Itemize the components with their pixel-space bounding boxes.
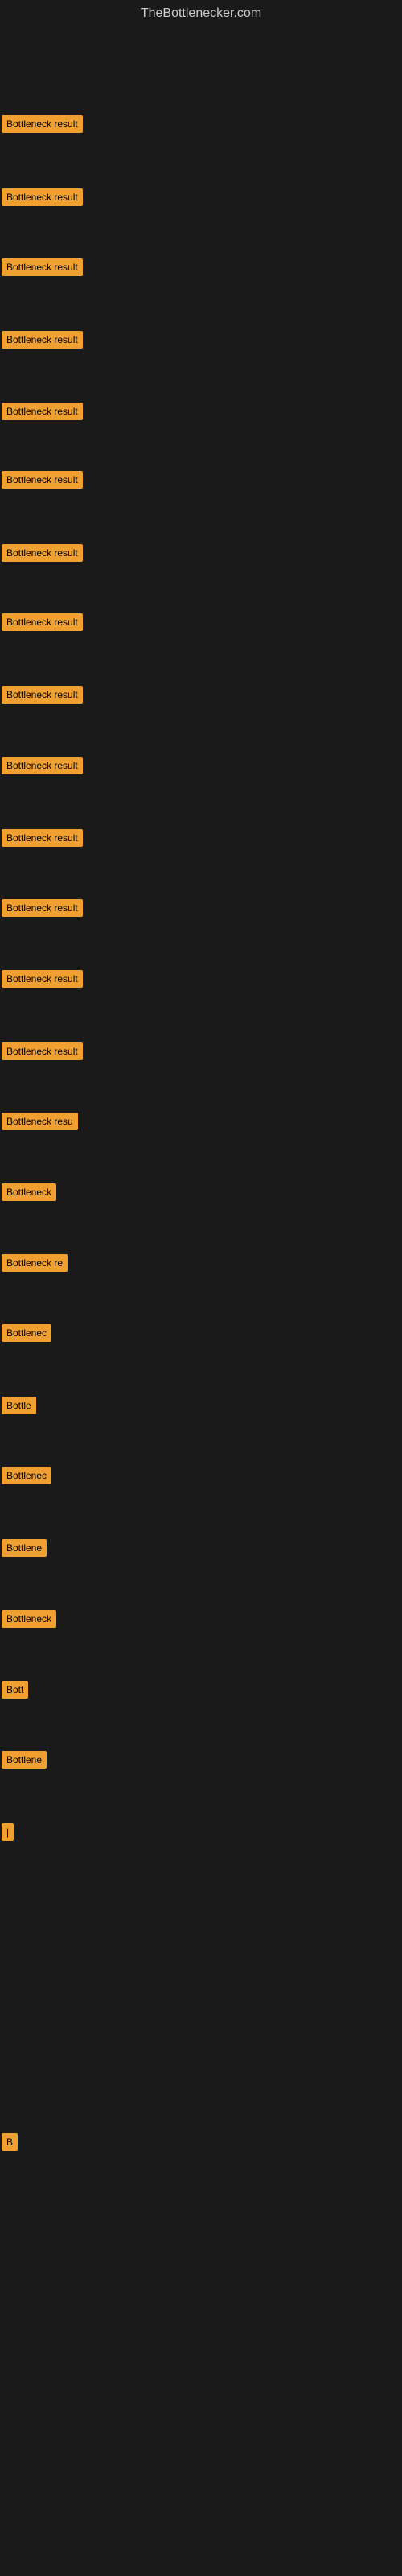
bottleneck-item[interactable]: Bottleneck result: [2, 613, 83, 631]
bottleneck-item[interactable]: B: [2, 2133, 18, 2151]
bottleneck-item[interactable]: Bottleneck: [2, 1610, 56, 1628]
bottleneck-item[interactable]: Bottleneck result: [2, 829, 83, 847]
site-title: TheBottlenecker.com: [0, 0, 402, 27]
bottleneck-item[interactable]: Bottleneck re: [2, 1254, 68, 1272]
bottleneck-badge: Bottleneck result: [2, 613, 83, 631]
bottleneck-badge: Bottleneck result: [2, 402, 83, 420]
bottleneck-item[interactable]: Bottleneck: [2, 1183, 56, 1201]
bottleneck-badge: Bottleneck result: [2, 188, 83, 206]
bottleneck-badge: Bottleneck result: [2, 258, 83, 276]
bottleneck-item[interactable]: Bottleneck result: [2, 188, 83, 206]
bottleneck-badge: Bottleneck result: [2, 829, 83, 847]
bottleneck-badge: Bottlenec: [2, 1324, 51, 1342]
bottleneck-item[interactable]: Bottlenec: [2, 1324, 51, 1342]
bottleneck-badge: Bottlene: [2, 1539, 47, 1557]
bottleneck-badge: Bottle: [2, 1397, 36, 1414]
bottleneck-badge: B: [2, 2133, 18, 2151]
bottleneck-item[interactable]: Bottleneck resu: [2, 1113, 78, 1130]
bottleneck-badge: Bottleneck result: [2, 471, 83, 489]
bottleneck-badge: Bottleneck result: [2, 686, 83, 704]
bottleneck-item[interactable]: Bottlene: [2, 1539, 47, 1557]
bottleneck-badge: |: [2, 1823, 14, 1841]
bottleneck-badge: Bottleneck result: [2, 970, 83, 988]
bottleneck-item[interactable]: |: [2, 1823, 14, 1841]
bottleneck-badge: Bott: [2, 1681, 28, 1699]
bottleneck-item[interactable]: Bottleneck result: [2, 686, 83, 704]
bottleneck-item[interactable]: Bottleneck result: [2, 331, 83, 349]
bottleneck-badge: Bottlene: [2, 1751, 47, 1769]
bottleneck-item[interactable]: Bottleneck result: [2, 402, 83, 420]
bottleneck-item[interactable]: Bottleneck result: [2, 471, 83, 489]
bottleneck-badge: Bottleneck result: [2, 331, 83, 349]
bottleneck-item[interactable]: Bottleneck result: [2, 1042, 83, 1060]
bottleneck-badge: Bottleneck resu: [2, 1113, 78, 1130]
bottleneck-badge: Bottleneck result: [2, 1042, 83, 1060]
bottleneck-item[interactable]: Bottleneck result: [2, 899, 83, 917]
bottleneck-item[interactable]: Bottleneck result: [2, 970, 83, 988]
bottleneck-item[interactable]: Bottlenec: [2, 1467, 51, 1484]
bottleneck-item[interactable]: Bottleneck result: [2, 258, 83, 276]
bottleneck-badge: Bottleneck: [2, 1610, 56, 1628]
bottleneck-item[interactable]: Bott: [2, 1681, 28, 1699]
bottleneck-item[interactable]: Bottleneck result: [2, 757, 83, 774]
bottleneck-item[interactable]: Bottlene: [2, 1751, 47, 1769]
bottleneck-item[interactable]: Bottleneck result: [2, 115, 83, 133]
bottleneck-badge: Bottleneck: [2, 1183, 56, 1201]
bottleneck-badge: Bottleneck result: [2, 899, 83, 917]
bottleneck-badge: Bottleneck result: [2, 544, 83, 562]
bottleneck-badge: Bottleneck result: [2, 115, 83, 133]
bottleneck-item[interactable]: Bottleneck result: [2, 544, 83, 562]
bottleneck-badge: Bottlenec: [2, 1467, 51, 1484]
bottleneck-badge: Bottleneck result: [2, 757, 83, 774]
bottleneck-badge: Bottleneck re: [2, 1254, 68, 1272]
bottleneck-item[interactable]: Bottle: [2, 1397, 36, 1414]
